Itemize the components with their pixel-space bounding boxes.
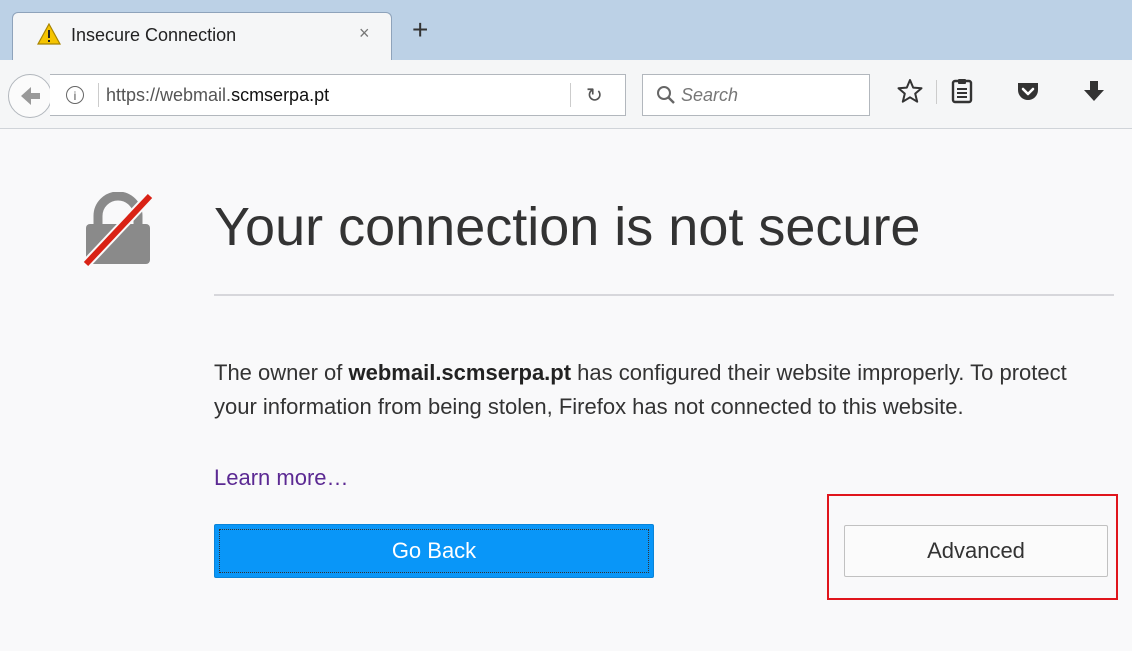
search-icon [657, 86, 675, 104]
search-bar[interactable]: Search [642, 74, 870, 116]
tab-insecure-connection[interactable]: Insecure Connection × [12, 12, 392, 60]
reload-icon[interactable]: ↻ [586, 83, 603, 108]
desc-prefix: The owner of [214, 360, 349, 385]
url-prefix: https://webmail. [106, 85, 232, 105]
toolbar-separator [936, 80, 937, 104]
broken-lock-icon [82, 192, 154, 268]
url-separator [98, 83, 99, 107]
learn-more-link[interactable]: Learn more… [214, 465, 349, 491]
go-back-button[interactable]: Go Back [214, 524, 654, 578]
page-title: Your connection is not secure [214, 197, 921, 257]
back-arrow-icon [21, 87, 40, 105]
search-placeholder: Search [681, 85, 739, 105]
desc-hostname: webmail.scmserpa.pt [348, 360, 572, 385]
info-icon[interactable]: i [66, 86, 84, 104]
tab-title: Insecure Connection [71, 25, 237, 45]
advanced-button[interactable]: Advanced [844, 525, 1108, 577]
url-bar[interactable]: i https://webmail.scmserpa.pt ↻ [50, 74, 626, 116]
error-description: The owner of webmail.scmserpa.pt has con… [214, 356, 1114, 424]
title-divider [214, 294, 1114, 296]
warning-icon [37, 23, 61, 45]
url-text[interactable]: https://webmail.scmserpa.pt [106, 85, 329, 106]
back-button[interactable] [8, 74, 52, 118]
new-tab-button[interactable]: + [412, 16, 428, 44]
download-icon[interactable] [1081, 78, 1107, 104]
reading-list-icon[interactable] [949, 78, 975, 104]
tab-strip: Insecure Connection × + [0, 0, 1132, 60]
close-icon[interactable]: × [359, 23, 370, 44]
reload-separator [570, 83, 571, 107]
pocket-icon[interactable] [1015, 78, 1041, 104]
bookmark-star-icon[interactable] [897, 78, 923, 104]
url-domain: scmserpa.pt [231, 85, 330, 105]
